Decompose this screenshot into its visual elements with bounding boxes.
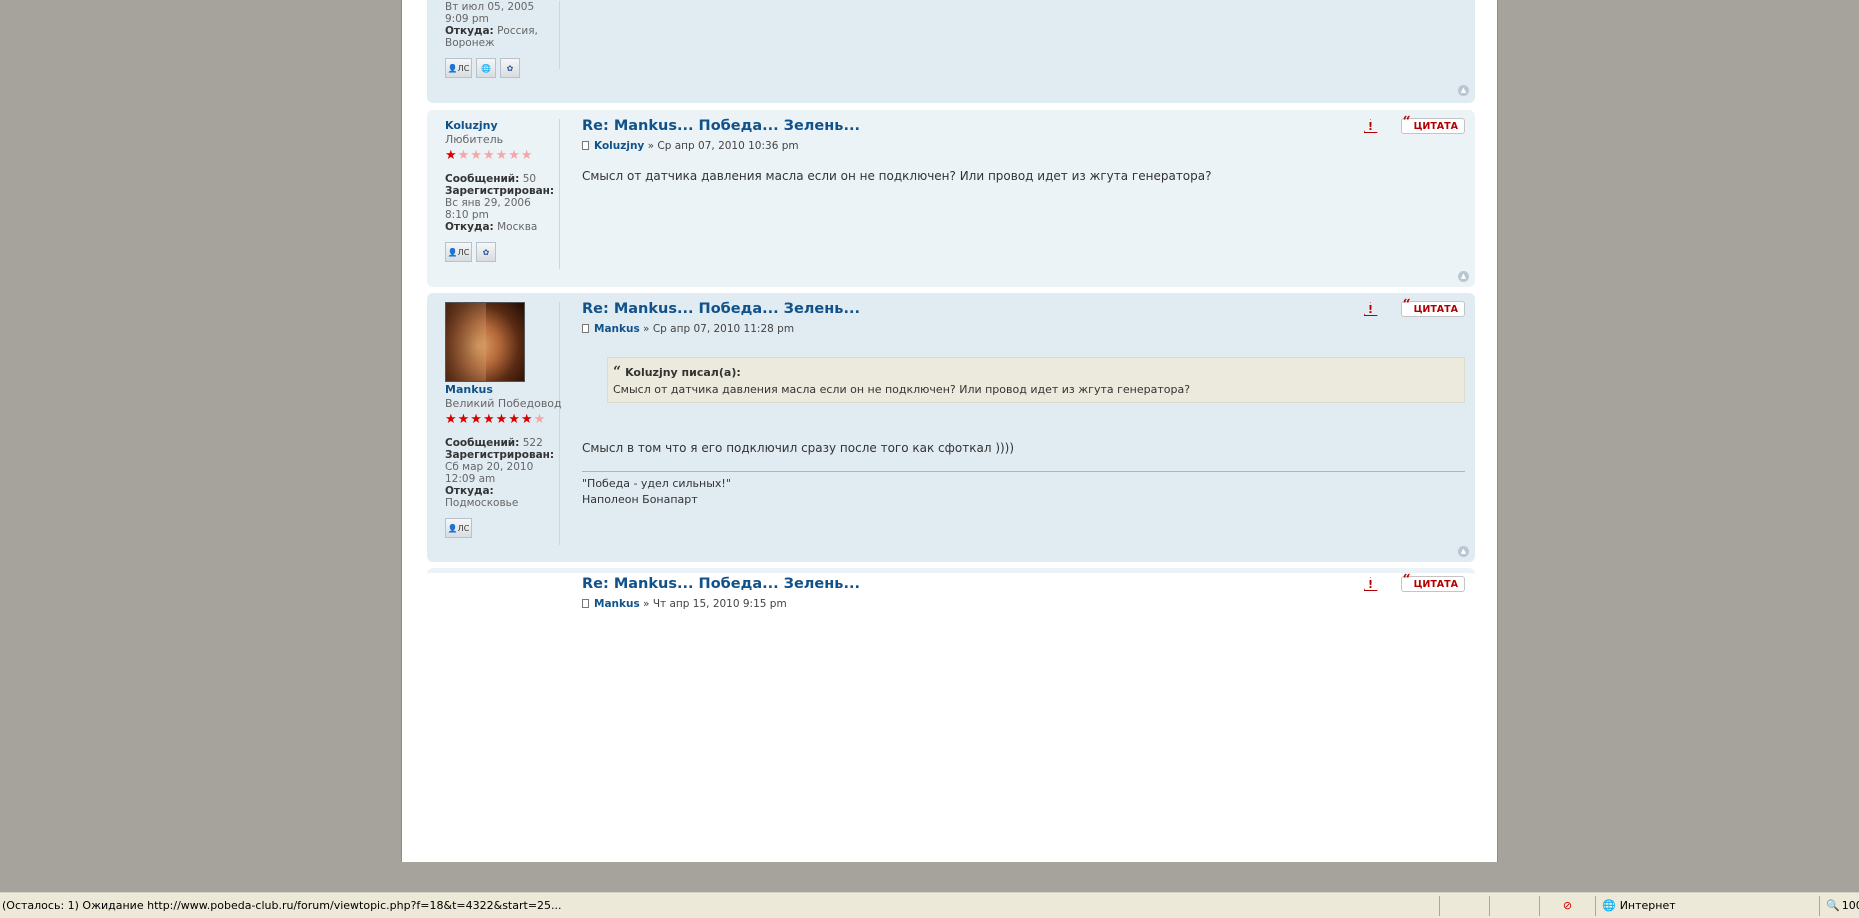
- post-author-line: Mankus » Ср апр 07, 2010 11:28 pm: [582, 323, 1465, 335]
- author-rank: Любитель: [445, 133, 504, 146]
- zoom-control[interactable]: 🔍100: [1819, 895, 1859, 916]
- post-content: Смысл от датчика давления масла если он …: [582, 169, 1212, 183]
- posts-label: Сообщений:: [445, 173, 520, 185]
- rank-stars: ★★★★★★★★: [445, 412, 547, 427]
- post: Koluzjny Любитель ★★★★★★★ Сообщений: 50 …: [427, 110, 1475, 287]
- registered-date: Вс янв 29, 2006: [445, 197, 531, 209]
- post-author-line: Koluzjny » Ср апр 07, 2010 10:36 pm: [582, 140, 1465, 152]
- rank-stars: ★★★★★★★: [445, 148, 534, 163]
- post-date: Ср апр 07, 2010 10:36 pm: [657, 140, 799, 152]
- zoom-level: 100: [1841, 899, 1859, 912]
- post-icon[interactable]: [582, 141, 589, 150]
- post-title[interactable]: Re: Mankus... Победа... Зелень...: [582, 576, 1465, 592]
- joined-date: Вт июл 05, 2005: [445, 1, 535, 13]
- posts-count: 522: [522, 437, 543, 449]
- back-to-top-icon[interactable]: ▲: [1458, 85, 1469, 96]
- signature-line: "Победа - удел сильных!": [582, 477, 731, 490]
- registered-time: 8:10 pm: [445, 209, 489, 221]
- avatar: [445, 302, 525, 382]
- popup-blocker-icon[interactable]: ⊘: [1539, 895, 1595, 916]
- pm-icon[interactable]: 👤 ЛС: [445, 242, 472, 262]
- post-author-line: Mankus » Чт апр 15, 2010 9:15 pm: [582, 598, 1465, 610]
- report-icon[interactable]: !: [1363, 118, 1379, 134]
- icq-icon[interactable]: ✿: [476, 242, 496, 262]
- from-value-2: Воронеж: [445, 37, 495, 49]
- post-author[interactable]: Mankus: [594, 323, 640, 335]
- registered-label: Зарегистрирован:: [445, 185, 555, 197]
- posts-count: 50: [522, 173, 537, 185]
- report-icon[interactable]: !: [1363, 576, 1379, 592]
- browser-statusbar: (Осталось: 1) Ожидание http://www.pobeda…: [0, 892, 1859, 918]
- pm-icon[interactable]: 👤 ЛС: [445, 58, 472, 78]
- zone-label: Интернет: [1619, 899, 1676, 912]
- contact-icons: 👤 ЛС: [445, 518, 559, 538]
- from-label: Откуда:: [445, 25, 494, 37]
- registered-date: Сб мар 20, 2010: [445, 461, 534, 473]
- quote-text: Смысл от датчика давления масла если он …: [613, 383, 1191, 396]
- profile-details: Сообщений: 522 Зарегистрирован: Сб мар 2…: [445, 437, 559, 509]
- post-icon[interactable]: [582, 324, 589, 333]
- signature: "Победа - удел сильных!" Наполеон Бонапа…: [582, 471, 1465, 508]
- quote-button[interactable]: “ЦИТАТА: [1400, 298, 1465, 317]
- post-date: Ср апр 07, 2010 11:28 pm: [652, 323, 795, 335]
- post-author[interactable]: Mankus: [594, 598, 640, 610]
- contact-icons: 👤 ЛС 🌐 ✿: [445, 58, 559, 78]
- registered-time: 12:09 am: [445, 473, 496, 485]
- statusbar-empty-cell: [1439, 895, 1489, 916]
- globe-icon: 🌐: [1602, 899, 1616, 912]
- website-icon[interactable]: 🌐: [476, 58, 496, 78]
- joined-time: 9:09 pm: [445, 13, 489, 25]
- post-body: ! “ЦИТАТА Re: Mankus... Победа... Зелень…: [582, 573, 1465, 610]
- post-profile: Mankus Великий Победовод ★★★★★★★★ Сообще…: [445, 302, 562, 545]
- author-name[interactable]: Koluzjny: [445, 119, 559, 132]
- from-value: Подмосковье: [445, 497, 519, 509]
- back-to-top-icon[interactable]: ▲: [1458, 546, 1469, 557]
- post-date: Чт апр 15, 2010 9:15 pm: [652, 598, 787, 610]
- posts-label: Сообщений:: [445, 437, 520, 449]
- report-icon[interactable]: !: [1363, 301, 1379, 317]
- post-profile: Koluzjny Любитель ★★★★★★★ Сообщений: 50 …: [445, 119, 560, 269]
- quote-button[interactable]: “ЦИТАТА: [1400, 115, 1465, 134]
- status-text: (Осталось: 1) Ожидание http://www.pobeda…: [2, 899, 562, 912]
- icq-icon[interactable]: ✿: [500, 58, 520, 78]
- post-buttons: ! “ЦИТАТА: [1363, 573, 1465, 592]
- quote-mark-icon: “: [613, 364, 622, 380]
- post-content: Смысл в том что я его подключил сразу по…: [582, 441, 1015, 455]
- post-buttons: ! “ЦИТАТА: [1363, 298, 1465, 317]
- signature-line: Наполеон Бонапарт: [582, 493, 698, 506]
- post: ! “ЦИТАТА Re: Mankus... Победа... Зелень…: [427, 568, 1475, 628]
- from-value: Россия,: [497, 25, 538, 37]
- post-profile: Вт июл 05, 2005 9:09 pm Откуда: Россия, …: [445, 1, 560, 78]
- author-rank: Великий Победовод: [445, 397, 562, 410]
- pm-icon[interactable]: 👤 ЛС: [445, 518, 472, 538]
- author-name[interactable]: Mankus: [445, 383, 559, 396]
- from-label: Откуда:: [445, 221, 494, 233]
- quote-author: “Koluzjny писал(а):: [613, 364, 741, 380]
- quote-button[interactable]: “ЦИТАТА: [1400, 573, 1465, 592]
- from-label: Откуда:: [445, 485, 494, 497]
- profile-details: Вт июл 05, 2005 9:09 pm Откуда: Россия, …: [445, 1, 559, 49]
- contact-icons: 👤 ЛС ✿: [445, 242, 559, 262]
- statusbar-empty-cell: [1489, 895, 1539, 916]
- post-author[interactable]: Koluzjny: [594, 140, 644, 152]
- back-to-top-icon[interactable]: ▲: [1458, 271, 1469, 282]
- post: Mankus Великий Победовод ★★★★★★★★ Сообще…: [427, 293, 1475, 562]
- profile-details: Сообщений: 50 Зарегистрирован: Вс янв 29…: [445, 173, 559, 233]
- post-icon[interactable]: [582, 599, 589, 608]
- registered-label: Зарегистрирован:: [445, 449, 555, 461]
- quote-block: “Koluzjny писал(а): Смысл от датчика дав…: [607, 357, 1465, 403]
- post-body: ! “ЦИТАТА Re: Mankus... Победа... Зелень…: [582, 115, 1465, 184]
- from-value: Москва: [497, 221, 538, 233]
- security-zone[interactable]: 🌐 Интернет: [1595, 895, 1819, 916]
- post-title[interactable]: Re: Mankus... Победа... Зелень...: [582, 118, 1465, 134]
- post-partial: Вт июл 05, 2005 9:09 pm Откуда: Россия, …: [427, 0, 1475, 103]
- forum-page: Вт июл 05, 2005 9:09 pm Откуда: Россия, …: [401, 0, 1498, 862]
- post-title[interactable]: Re: Mankus... Победа... Зелень...: [582, 301, 1465, 317]
- zoom-icon: 🔍: [1826, 899, 1840, 912]
- post-body: ! “ЦИТАТА Re: Mankus... Победа... Зелень…: [582, 298, 1465, 508]
- post-buttons: ! “ЦИТАТА: [1363, 115, 1465, 134]
